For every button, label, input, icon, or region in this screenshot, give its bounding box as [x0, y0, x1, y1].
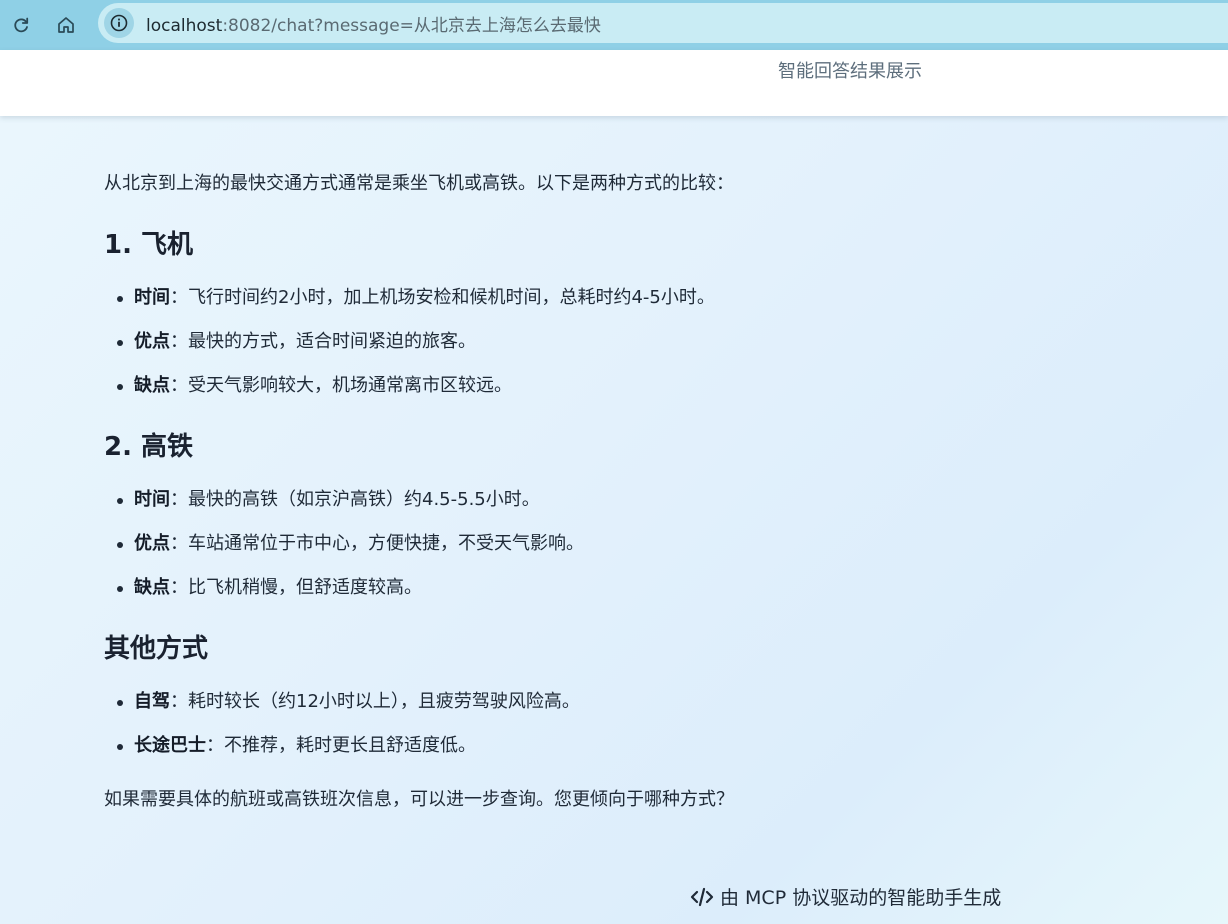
list-item: 时间：最快的高铁（如京沪高铁）约4.5-5.5小时。 — [104, 486, 1104, 514]
list-item: 自驾：耗时较长（约12小时以上），且疲劳驾驶风险高。 — [104, 688, 1104, 716]
reload-icon — [14, 17, 29, 33]
browser-toolbar: localhost:8082/chat?message=从北京去上海怎么去最快 — [0, 0, 1228, 50]
item-label: 优点 — [134, 331, 170, 352]
home-button[interactable] — [48, 7, 84, 43]
item-label: 自驾 — [134, 691, 170, 712]
section-heading-plane: 1. 飞机 — [104, 230, 194, 260]
list-item: 时间：飞行时间约2小时，加上机场安检和候机时间，总耗时约4-5小时。 — [104, 284, 1104, 312]
footer-note: 由 MCP 协议驱动的智能助手生成 — [690, 883, 1001, 910]
item-text: ：车站通常位于市中心，方便快捷，不受天气影响。 — [170, 533, 584, 554]
url-text[interactable]: localhost:8082/chat?message=从北京去上海怎么去最快 — [146, 11, 601, 36]
page-header: 智能回答结果展示 — [0, 50, 1228, 116]
item-label: 缺点 — [134, 375, 170, 396]
item-label: 优点 — [134, 533, 170, 554]
home-icon — [58, 17, 74, 33]
address-bar[interactable]: localhost:8082/chat?message=从北京去上海怎么去最快 — [98, 3, 1228, 43]
list-item: 缺点：比飞机稍慢，但舒适度较高。 — [104, 574, 1104, 602]
list-item: 优点：车站通常位于市中心，方便快捷，不受天气影响。 — [104, 530, 1104, 558]
url-path: :8082/chat?message=从北京去上海怎么去最快 — [222, 15, 601, 36]
code-icon — [690, 887, 714, 907]
item-label: 时间 — [134, 287, 170, 308]
footer-text: 由 MCP 协议驱动的智能助手生成 — [720, 887, 1002, 909]
section-heading-train: 2. 高铁 — [104, 432, 194, 462]
list-item: 长途巴士：不推荐，耗时更长且舒适度低。 — [104, 732, 1104, 760]
item-label: 长途巴士 — [134, 735, 206, 756]
page-title: 智能回答结果展示 — [778, 61, 922, 82]
item-label: 缺点 — [134, 577, 170, 598]
section-heading-other: 其他方式 — [104, 634, 209, 664]
answer-closing: 如果需要具体的航班或高铁班次信息，可以进一步查询。您更倾向于哪种方式？ — [104, 789, 734, 810]
item-text: ：耗时较长（约12小时以上），且疲劳驾驶风险高。 — [170, 691, 580, 712]
answer-article: 从北京到上海的最快交通方式通常是乘坐飞机或高铁。以下是两种方式的比较： 1. 飞… — [104, 170, 1104, 814]
item-text: ：飞行时间约2小时，加上机场安检和候机时间，总耗时约4-5小时。 — [170, 287, 715, 308]
section-list-other: 自驾：耗时较长（约12小时以上），且疲劳驾驶风险高。 长途巴士：不推荐，耗时更长… — [104, 688, 1104, 760]
main-content: 从北京到上海的最快交通方式通常是乘坐飞机或高铁。以下是两种方式的比较： 1. 飞… — [0, 116, 1228, 924]
item-text: ：不推荐，耗时更长且舒适度低。 — [206, 735, 476, 756]
list-item: 缺点：受天气影响较大，机场通常离市区较远。 — [104, 372, 1104, 400]
item-label: 时间 — [134, 489, 170, 510]
site-info-icon[interactable] — [104, 8, 134, 38]
section-list-plane: 时间：飞行时间约2小时，加上机场安检和候机时间，总耗时约4-5小时。 优点：最快… — [104, 284, 1104, 400]
list-item: 优点：最快的方式，适合时间紧迫的旅客。 — [104, 328, 1104, 356]
answer-intro: 从北京到上海的最快交通方式通常是乘坐飞机或高铁。以下是两种方式的比较： — [104, 173, 734, 194]
section-list-train: 时间：最快的高铁（如京沪高铁）约4.5-5.5小时。 优点：车站通常位于市中心，… — [104, 486, 1104, 602]
item-text: ：最快的方式，适合时间紧迫的旅客。 — [170, 331, 476, 352]
url-host: localhost — [146, 15, 223, 36]
item-text: ：比飞机稍慢，但舒适度较高。 — [170, 577, 422, 598]
item-text: ：最快的高铁（如京沪高铁）约4.5-5.5小时。 — [170, 489, 540, 510]
reload-button[interactable] — [3, 7, 39, 43]
item-text: ：受天气影响较大，机场通常离市区较远。 — [170, 375, 512, 396]
